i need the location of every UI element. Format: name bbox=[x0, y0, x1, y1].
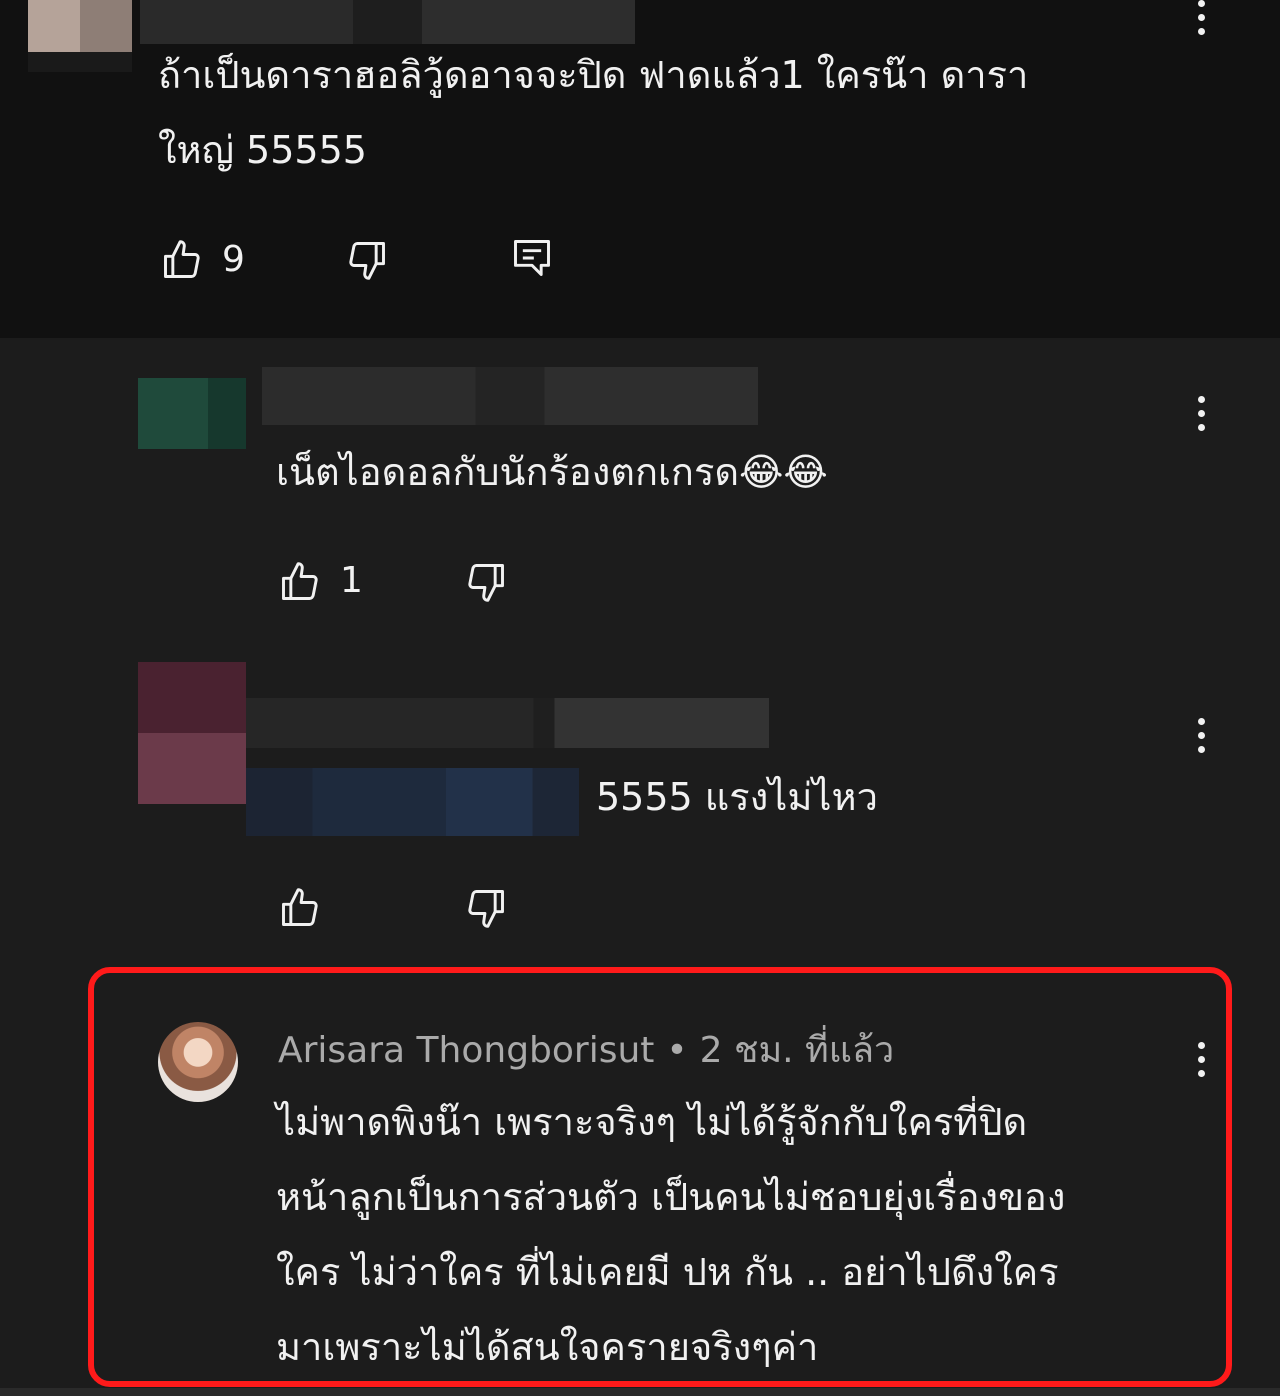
comment-text-line-1: ถ้าเป็นดาราฮอลิวู้ดอาจจะปิด ฟาดแล้ว1 ใคร… bbox=[158, 53, 1029, 97]
blurred-avatar bbox=[138, 662, 246, 804]
comment-meta: Arisara Thongborisut • 2 ชม. ที่แล้ว bbox=[278, 1026, 894, 1076]
more-vertical-icon[interactable] bbox=[1196, 396, 1206, 438]
avatar[interactable] bbox=[158, 1022, 238, 1102]
more-vertical-icon[interactable] bbox=[1196, 0, 1206, 42]
comment-text-line-3: ใคร ไม่ว่าใคร ที่ไม่เคยมี ปห กัน .. อย่า… bbox=[276, 1250, 1059, 1294]
timestamp: 2 ชม. ที่แล้ว bbox=[699, 1030, 895, 1071]
comment-text-line-2: หน้าลูกเป็นการส่วนตัว เป็นคนไม่ชอบยุ่งเร… bbox=[276, 1175, 1066, 1219]
blurred-mention bbox=[246, 768, 579, 836]
like-count: 9 bbox=[222, 239, 245, 280]
thumb-down-icon[interactable] bbox=[464, 560, 508, 604]
comment-text-line-2: ใหญ่ 55555 bbox=[158, 128, 367, 172]
thumb-up-icon[interactable] bbox=[160, 238, 204, 282]
like-count: 1 bbox=[340, 560, 363, 601]
blurred-username bbox=[262, 367, 758, 425]
bottom-edge bbox=[0, 1388, 1280, 1396]
comment-text-line-4: มาเพราะไม่ได้สนใจครายจริงๆค่า bbox=[276, 1325, 819, 1369]
more-vertical-icon[interactable] bbox=[1196, 1042, 1206, 1084]
blurred-username bbox=[246, 698, 769, 748]
comment-text: 5555 แรงไม่ไหว bbox=[596, 775, 878, 819]
thumb-down-icon[interactable] bbox=[345, 238, 389, 282]
blurred-avatar bbox=[28, 0, 132, 52]
comment-text: เน็ตไอดอลกับนักร้องตกเกรด😂😂 bbox=[276, 450, 828, 494]
author-name[interactable]: Arisara Thongborisut bbox=[278, 1030, 654, 1071]
thumb-down-icon[interactable] bbox=[464, 886, 508, 930]
meta-separator: • bbox=[666, 1030, 688, 1071]
blurred-avatar bbox=[138, 378, 246, 449]
thumb-up-icon[interactable] bbox=[278, 560, 322, 604]
blurred-avatar-shadow bbox=[28, 52, 132, 72]
thumb-up-icon[interactable] bbox=[278, 886, 322, 930]
more-vertical-icon[interactable] bbox=[1196, 718, 1206, 760]
reply-comment-icon[interactable] bbox=[510, 236, 554, 280]
comment-text-line-1: ไม่พาดพิงน๊า เพราะจริงๆ ไม่ได้รู้จักกับใ… bbox=[276, 1100, 1028, 1144]
